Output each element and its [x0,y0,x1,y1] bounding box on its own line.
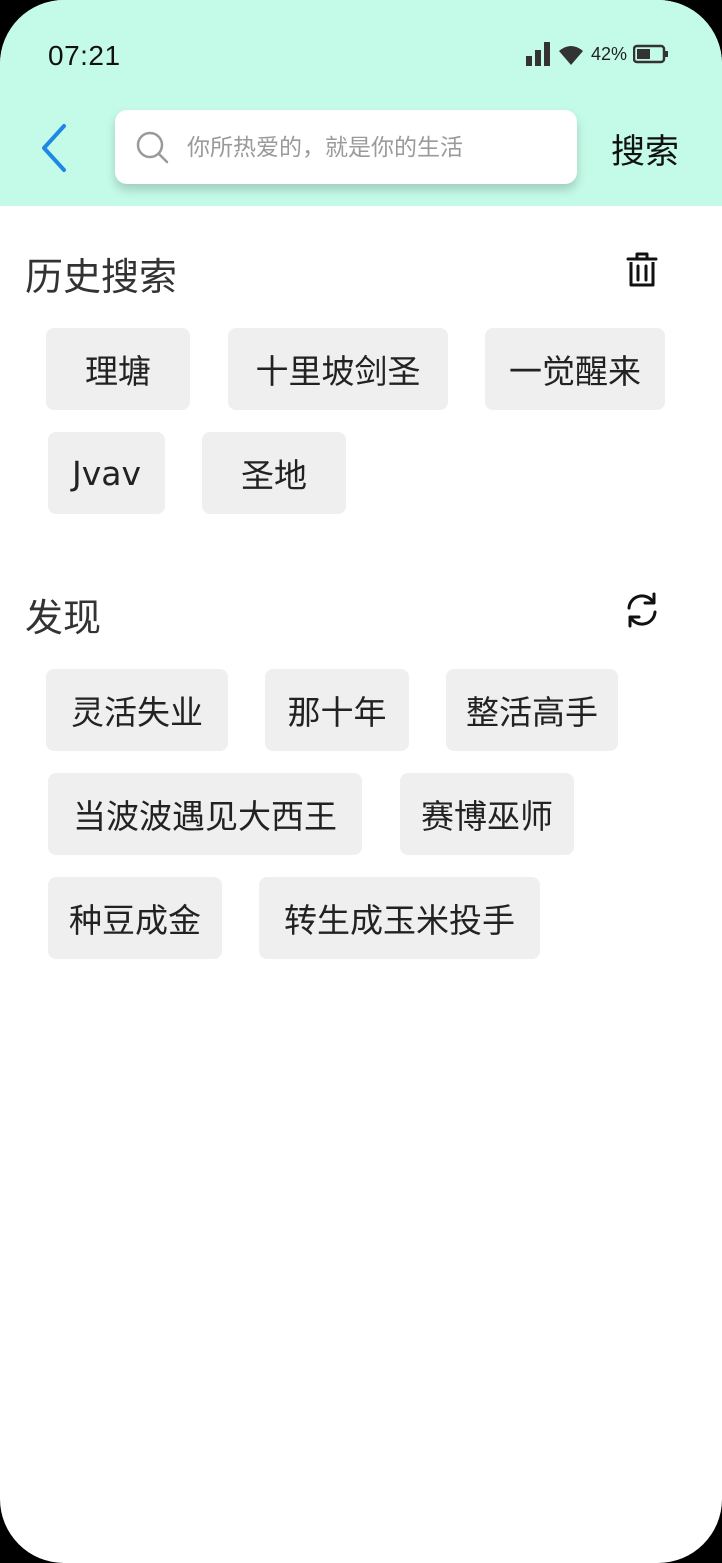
search-button[interactable]: 搜索 [611,124,679,173]
history-chip[interactable]: 圣地 [202,432,346,514]
discover-title: 发现 [25,596,102,640]
phone-screen: 07:21 42% 搜索 历史搜索 [0,0,722,1563]
history-chip[interactable]: 一觉醒来 [485,328,665,410]
search-input[interactable] [185,128,569,168]
discover-chip[interactable]: 赛博巫师 [400,773,574,855]
chevron-left-icon[interactable] [38,122,70,174]
history-title: 历史搜索 [25,255,178,299]
discover-chip[interactable]: 转生成玉米投手 [259,877,540,959]
history-chip[interactable]: Jvav [48,432,165,514]
status-time: 07:21 [48,40,121,71]
discover-chip[interactable]: 当波波遇见大西王 [48,773,362,855]
history-chip[interactable]: 十里坡剑圣 [228,328,448,410]
discover-chip[interactable]: 灵活失业 [46,669,228,751]
discover-chip[interactable]: 那十年 [265,669,409,751]
discover-chip[interactable]: 种豆成金 [48,877,222,959]
battery-percent: 42% [591,44,628,64]
search-icon [136,131,169,164]
refresh-icon[interactable] [624,590,660,630]
trash-icon[interactable] [624,250,660,290]
history-chip[interactable]: 理塘 [46,328,190,410]
signal-icon [526,42,550,66]
search-box[interactable] [115,110,577,184]
wifi-icon [559,46,583,65]
discover-chip[interactable]: 整活高手 [446,669,618,751]
battery-icon [633,44,668,64]
header: 07:21 42% 搜索 [0,0,722,206]
